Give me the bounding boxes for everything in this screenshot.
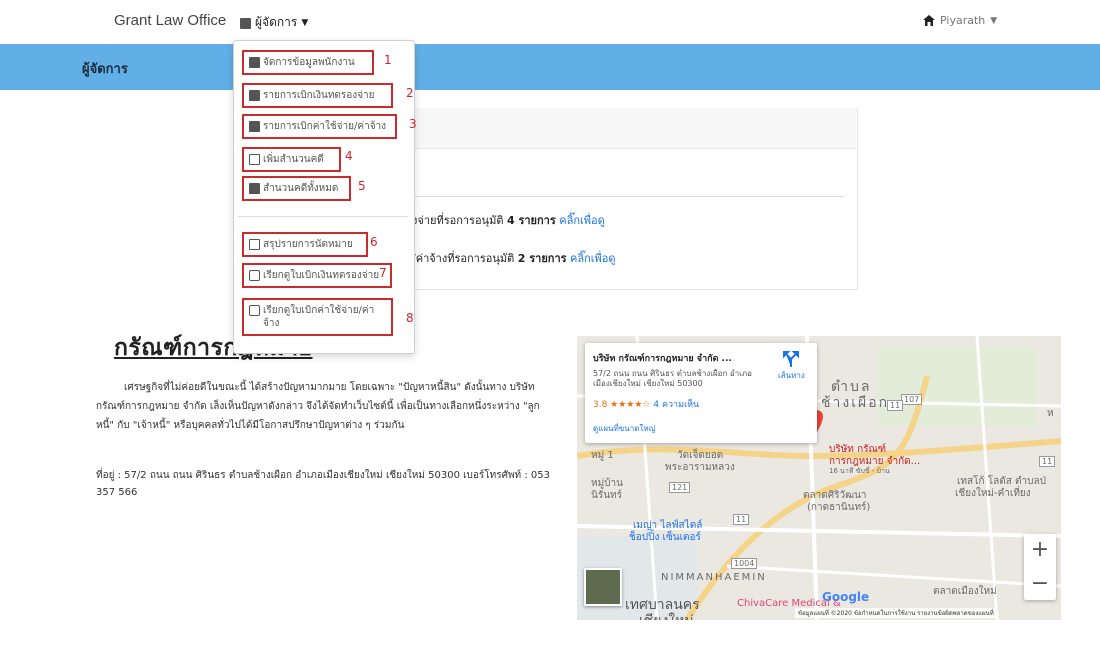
map-label: 16 นาที ขับขี่ - บ้าน: [829, 467, 890, 475]
annotation-number: 6: [370, 235, 378, 249]
plus-square-icon: [249, 154, 260, 165]
annotation-number: 1: [384, 53, 392, 67]
menu-item-employees[interactable]: จัดการข้อมูลพนักงาน: [242, 50, 374, 75]
menu-item-label: สำนวนคดีทั้งหมด: [263, 183, 339, 194]
page-banner: [0, 44, 1100, 90]
road-sign: 11: [887, 400, 904, 411]
menu-item-advances[interactable]: รายการเบิกเงินทดรองจ่าย: [242, 83, 393, 108]
annotation-number: 3: [409, 117, 417, 131]
calendar-check-icon: [249, 239, 260, 250]
place-address: 57/2 ถนน ถนน ศิรินธร ตำบลช้างเผือก อำเภอ…: [593, 369, 752, 388]
print-icon: [249, 305, 260, 316]
view-expense-link[interactable]: คลิ๊กเพื่อดู: [570, 252, 616, 265]
menu-item-appointments[interactable]: สรุปรายการนัดหมาย: [242, 232, 368, 257]
map-label: นิรันทร์: [591, 490, 623, 501]
map-label: เชียงใหม่-คำเที่ยง: [955, 488, 1031, 499]
directions-icon: [783, 351, 800, 367]
google-logo: Google: [822, 590, 870, 604]
directions-label: เส้นทาง: [778, 371, 805, 380]
menu-item-label: จัดการข้อมูลพนักงาน: [263, 57, 355, 68]
menu-item-expenses[interactable]: รายการเบิกค่าใช้จ่าย/ค่าจ้าง: [242, 114, 397, 139]
annotation-number: 8: [406, 311, 414, 325]
satellite-toggle[interactable]: [584, 568, 622, 606]
id-card-icon: [240, 17, 251, 29]
caret-down-icon: ▼: [301, 17, 309, 28]
divider: [380, 196, 845, 197]
manager-menu-label: ผู้จัดการ: [255, 15, 298, 29]
map-label: พระอารามหลวง: [665, 462, 735, 473]
map-label: ช้างเผือก: [821, 395, 890, 411]
menu-item-label: รายการเบิกค่าใช้จ่าย/ค่าจ้าง: [263, 121, 387, 132]
file-icon: [249, 90, 260, 101]
page-title: ผู้จัดการ: [82, 62, 128, 77]
notice-text: งจ่ายที่รอการอนุมัติ: [412, 214, 504, 227]
pending-advance-notice: งจ่ายที่รอการอนุมัติ 4 รายการ คลิ๊กเพื่อ…: [412, 211, 605, 229]
map-footer: ข้อมูลแผนที่ ©2020 ข้อกำหนดในการใช้งาน ร…: [795, 608, 997, 618]
print-icon: [249, 270, 260, 281]
menu-item-label: เพิ่มสำนวนคดี: [263, 154, 324, 165]
map-label: ช็อปปิ้ง เซ็นเตอร์: [629, 532, 701, 543]
menu-item-label: รายการเบิกเงินทดรองจ่าย: [263, 90, 375, 101]
menu-item-print-advance[interactable]: เรียกดูใบเบิกเงินทดรองจ่าย: [242, 263, 392, 288]
road-sign: 11: [1039, 456, 1056, 467]
notice-count: 2 รายการ: [517, 252, 567, 265]
road-sign: 121: [669, 482, 691, 493]
rating-stars: 3.8 ★★★★☆: [593, 400, 651, 410]
road-sign: 1004: [731, 558, 758, 569]
reviews-link[interactable]: 4 ความเห็น: [653, 400, 699, 410]
company-address: ที่อยู่ : 57/2 ถนน ถนน ศิรินธร ตำบลช้างเ…: [96, 470, 550, 498]
map-label: ตลาดเมืองใหม่: [933, 586, 997, 597]
larger-map-link[interactable]: ดูแผนที่ขนาดใหญ่: [593, 422, 655, 435]
brand-link[interactable]: Grant Law Office: [114, 12, 226, 29]
map-label: (กาดธานินทร์): [807, 502, 871, 513]
home-icon: [923, 15, 935, 26]
divider: [238, 216, 408, 217]
zoom-out-button[interactable]: −: [1024, 568, 1056, 600]
annotation-number: 2: [406, 86, 414, 100]
menu-item-label: เรียกดูใบเบิกเงินทดรองจ่าย: [263, 270, 380, 281]
place-title: บริษัท กรัณฑ์การกฎหมาย จำกัด ...: [593, 354, 732, 364]
road-sign: 11: [733, 514, 750, 525]
menu-item-print-expense[interactable]: เรียกดูใบเบิกค่าใช้จ่าย/ค่าจ้าง: [242, 298, 393, 336]
zoom-in-button[interactable]: +: [1024, 534, 1056, 566]
annotation-number: 5: [358, 179, 366, 193]
map-label: เชียงใหม่: [639, 610, 694, 620]
file-icon: [249, 121, 260, 132]
road-sign: 107: [901, 394, 923, 405]
menu-item-all-cases[interactable]: สำนวนคดีทั้งหมด: [242, 176, 351, 201]
notice-count: 4 รายการ: [506, 214, 556, 227]
zoom-control: + −: [1024, 534, 1056, 600]
directions-button[interactable]: เส้นทาง: [778, 351, 805, 382]
menu-item-label: เรียกดูใบเบิกค่าใช้จ่าย/ค่าจ้าง: [263, 305, 375, 329]
notice-text: /ค่าจ้างที่รอการอนุมัติ: [412, 252, 515, 265]
menu-item-label: สรุปรายการนัดหมาย: [263, 239, 353, 250]
caret-down-icon: ▼: [990, 15, 998, 26]
folder-icon: [249, 183, 260, 194]
article-paragraph: เศรษฐกิจที่ไม่ค่อยดีในขณะนี้ ได้สร้างปัญ…: [96, 382, 540, 431]
menu-item-add-case[interactable]: เพิ่มสำนวนคดี: [242, 147, 341, 172]
view-advance-link[interactable]: คลิ๊กเพื่อดู: [559, 214, 605, 227]
id-card-icon: [249, 57, 260, 68]
map-label: NIMMANHAEMIN: [661, 572, 767, 583]
manager-menu-toggle[interactable]: ผู้จัดการ ▼: [240, 13, 308, 32]
place-rating: 3.8 ★★★★☆ 4 ความเห็น: [593, 397, 699, 411]
user-menu-toggle[interactable]: Piyarath ▼: [923, 14, 997, 27]
pending-expense-notice: /ค่าจ้างที่รอการอนุมัติ 2 รายการ คลิ๊กเพ…: [412, 249, 616, 267]
annotation-number: 7: [379, 266, 387, 280]
user-name: Piyarath: [940, 14, 986, 27]
manager-dropdown: จัดการข้อมูลพนักงาน 1 รายการเบิกเงินทดรอ…: [233, 40, 417, 354]
map-label: ห: [1047, 408, 1054, 419]
map-label: หมู่ 1: [591, 450, 614, 461]
annotation-number: 4: [345, 149, 353, 163]
